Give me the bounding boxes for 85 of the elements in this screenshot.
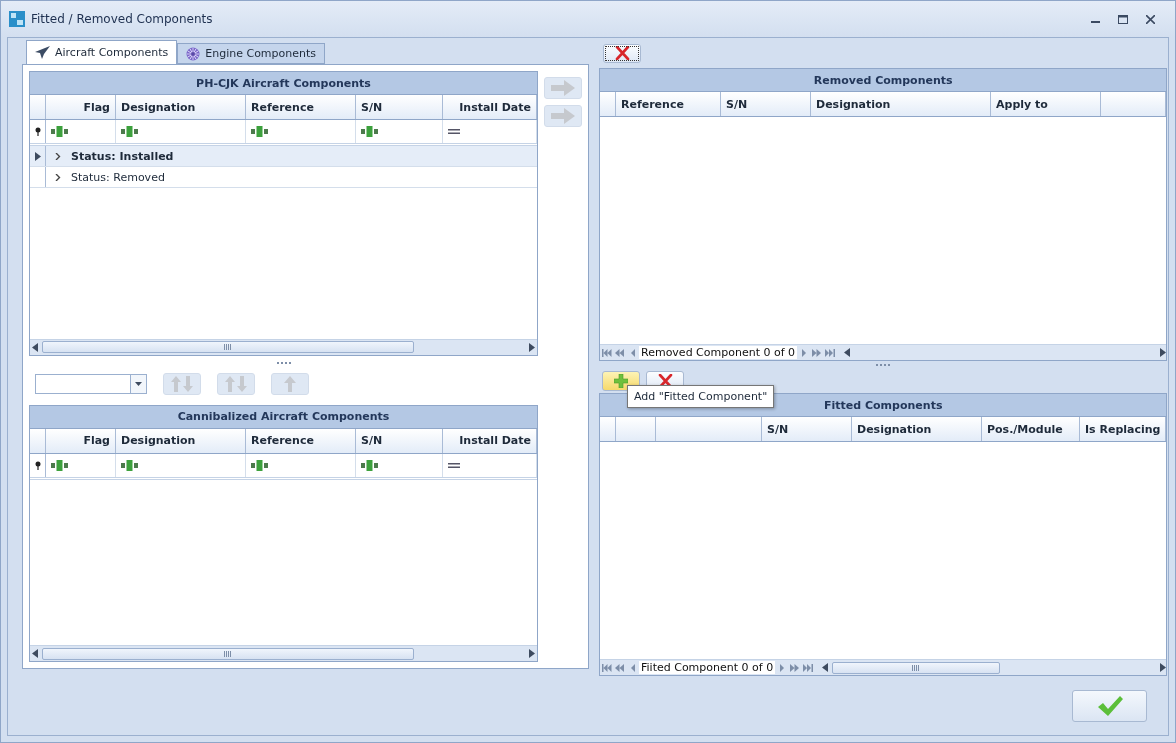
column-header[interactable]: Install Date (443, 428, 537, 453)
splitter-grip-icon[interactable] (276, 361, 291, 364)
delete-icon (657, 374, 673, 388)
up-arrow-icon (284, 376, 296, 393)
window-title: Fitted / Removed Components (31, 12, 214, 26)
checkmark-icon (1096, 694, 1123, 717)
chevron-right-icon[interactable] (54, 173, 61, 181)
column-header[interactable]: Reference (616, 92, 721, 116)
text-filter-icon (121, 126, 138, 137)
column-header[interactable]: Designation (811, 92, 991, 116)
record-count: Fiited Component 0 of 0 (639, 661, 776, 674)
text-filter-icon (251, 126, 268, 137)
app-logo-icon (9, 11, 25, 27)
column-header[interactable]: Pos./Module (982, 417, 1080, 441)
right-arrow-icon (551, 108, 575, 124)
chevron-right-icon[interactable] (54, 152, 61, 160)
scroll-left-icon[interactable] (844, 348, 851, 357)
column-header[interactable]: Flag (46, 95, 116, 119)
column-header[interactable]: S/N (721, 92, 811, 116)
scroll-right-icon[interactable] (529, 649, 535, 658)
airplane-icon (35, 46, 50, 59)
grid-title: Removed Components (600, 69, 1167, 92)
next-page-icon[interactable] (811, 348, 822, 357)
text-filter-icon (51, 459, 68, 471)
scroll-right-icon[interactable] (1160, 663, 1167, 672)
grip-icon (224, 344, 232, 351)
column-header[interactable]: S/N (356, 95, 443, 119)
scroll-right-icon[interactable] (529, 342, 535, 352)
record-count: Removed Component 0 of 0 (639, 346, 798, 359)
column-header[interactable]: Reference (246, 95, 356, 119)
dropdown-field[interactable] (35, 374, 147, 395)
add-icon (614, 374, 628, 388)
column-header[interactable]: Designation (116, 428, 246, 453)
scroll-left-icon[interactable] (32, 342, 38, 352)
scroll-right-icon[interactable] (34, 151, 41, 161)
column-header[interactable]: Reference (246, 428, 356, 453)
pin-icon (34, 127, 41, 136)
delete-button[interactable] (603, 43, 641, 63)
pin-icon (34, 460, 41, 470)
tab[interactable]: Engine Components (177, 43, 326, 64)
group-label[interactable]: Status: Removed (71, 170, 165, 184)
add-button[interactable] (602, 371, 640, 391)
caret-icon (135, 382, 142, 387)
column-header[interactable]: Install Date (443, 95, 537, 119)
text-filter-icon (361, 126, 378, 137)
scroll-left-icon[interactable] (32, 649, 38, 658)
up-down-arrows-icon (225, 376, 247, 393)
previous-page-icon[interactable] (614, 663, 625, 672)
grip-icon (224, 650, 232, 657)
equals-icon (448, 462, 460, 468)
first-record-icon[interactable] (601, 348, 612, 357)
tab[interactable]: Aircraft Components (26, 40, 178, 64)
grip-icon (912, 664, 921, 671)
up-down-arrows-icon (171, 376, 193, 393)
maximize-icon[interactable] (1118, 14, 1128, 24)
scroll-left-icon[interactable] (822, 663, 829, 672)
horizontal-scrollbar[interactable] (30, 338, 537, 355)
first-record-icon[interactable] (601, 663, 612, 672)
grid-title: PH-CJK Aircraft Components (30, 72, 537, 95)
text-filter-icon (51, 126, 68, 137)
last-record-icon[interactable] (802, 663, 813, 672)
column-header[interactable]: Designation (116, 95, 246, 119)
last-record-icon[interactable] (824, 348, 835, 357)
next-page-icon[interactable] (789, 663, 800, 672)
column-header[interactable]: Designation (852, 417, 982, 441)
text-filter-icon (251, 459, 268, 471)
column-header[interactable]: Flag (46, 428, 116, 453)
column-header[interactable]: S/N (356, 428, 443, 453)
column-header[interactable]: S/N (762, 417, 852, 441)
group-label[interactable]: Status: Installed (71, 149, 174, 163)
turbine-icon (186, 46, 201, 61)
column-header[interactable]: Is Replacing (1080, 417, 1167, 441)
tooltip: Add "Fitted Component" (627, 385, 775, 408)
scroll-right-icon[interactable] (1160, 348, 1167, 357)
horizontal-scrollbar[interactable] (30, 645, 537, 661)
grid-title: Cannibalized Aircraft Components (30, 405, 537, 429)
text-filter-icon (121, 459, 138, 471)
previous-page-icon[interactable] (614, 348, 625, 357)
text-filter-icon (361, 459, 378, 471)
close-icon[interactable] (1146, 14, 1155, 24)
column-header[interactable]: Apply to (991, 92, 1101, 116)
equals-icon (448, 129, 460, 134)
right-arrow-icon (551, 80, 575, 96)
delete-icon (614, 46, 630, 60)
ok-button[interactable] (1072, 689, 1148, 722)
